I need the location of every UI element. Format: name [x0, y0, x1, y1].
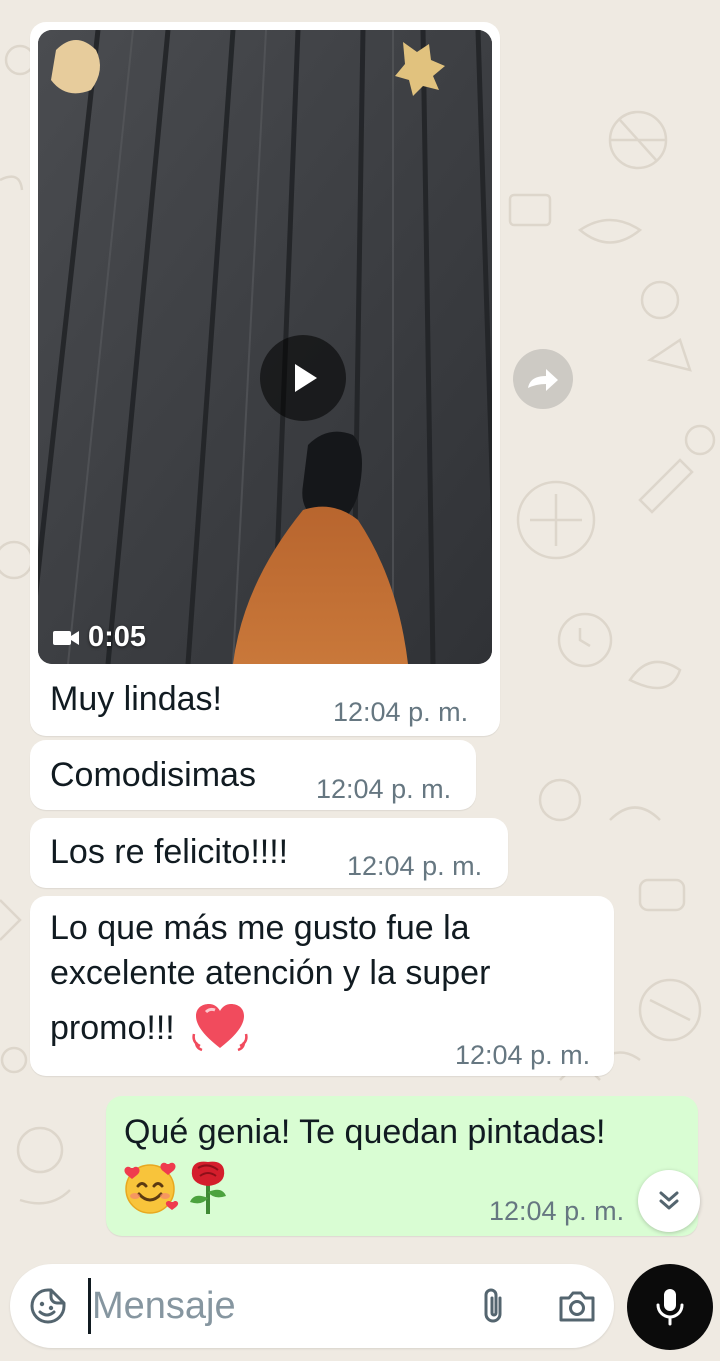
- message-text: Comodisimas: [50, 756, 256, 794]
- message-text-line-2: excelente atención y la super: [50, 954, 491, 992]
- video-duration-text: 0:05: [88, 621, 147, 653]
- forward-button[interactable]: [513, 349, 573, 409]
- message-input[interactable]: [92, 1274, 452, 1338]
- message-text: Muy lindas!: [50, 680, 222, 718]
- message-time: 12:04 p. m.: [455, 1040, 591, 1070]
- attach-icon: [484, 1288, 502, 1323]
- message-time: 12:04 p. m.: [316, 774, 452, 804]
- smiling-face-with-hearts-emoji: [124, 1162, 179, 1214]
- video-scene-image: [38, 30, 492, 664]
- sticker-icon: [30, 1288, 66, 1324]
- attach-button[interactable]: [472, 1285, 514, 1327]
- outgoing-message-text: Qué genia! Te quedan pintadas!: [124, 1113, 606, 1151]
- message-time: 12:04 p. m.: [347, 851, 483, 881]
- sticker-button[interactable]: [27, 1285, 69, 1327]
- camera-button[interactable]: [556, 1285, 598, 1327]
- message-text-line-3: promo!!!: [50, 1009, 175, 1047]
- outgoing-message-time: 12:04 p. m.: [489, 1196, 625, 1226]
- heart-emoji: [192, 1004, 248, 1052]
- forward-icon: [528, 369, 558, 391]
- video-thumbnail[interactable]: 0:05: [38, 30, 492, 664]
- rose-emoji: [190, 1161, 226, 1214]
- camera-icon: [559, 1291, 595, 1322]
- message-composer: [10, 1264, 614, 1348]
- message-text-line-1: Lo que más me gusto fue la: [50, 909, 470, 947]
- text-cursor: [88, 1278, 91, 1334]
- mic-icon: [656, 1289, 684, 1326]
- play-button[interactable]: [260, 335, 346, 421]
- double-chevron-down-icon: [659, 1191, 679, 1210]
- play-icon: [295, 364, 317, 392]
- message-time: 12:04 p. m.: [333, 697, 469, 727]
- video-duration: 0:05: [52, 621, 146, 654]
- message-text: Los re felicito!!!!: [50, 833, 289, 871]
- scroll-to-bottom-button[interactable]: [638, 1170, 700, 1232]
- videocam-icon: [53, 630, 79, 645]
- voice-message-button[interactable]: [627, 1264, 713, 1350]
